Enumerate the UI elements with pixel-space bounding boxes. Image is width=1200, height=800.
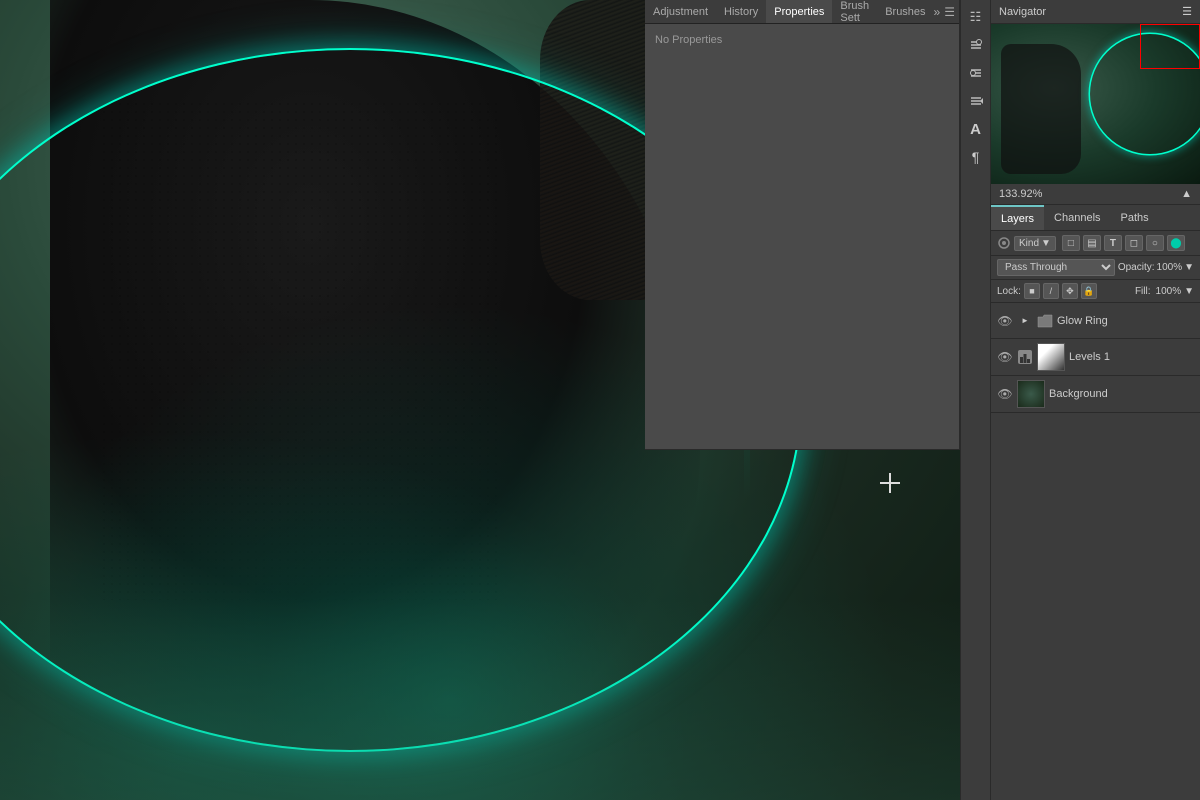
properties-content: No Properties <box>645 24 959 56</box>
fill-arrow[interactable]: ▼ <box>1184 286 1194 297</box>
no-properties-label: No Properties <box>655 34 722 46</box>
layer-thumb-levels <box>1037 343 1065 371</box>
tab-brushes[interactable]: Brushes <box>877 0 933 23</box>
tab-adjustment[interactable]: Adjustment <box>645 0 716 23</box>
lock-icons: ■ / ✥ 🔒 <box>1024 283 1097 299</box>
tab-history[interactable]: History <box>716 0 766 23</box>
opacity-value[interactable]: 100% <box>1157 262 1183 273</box>
nav-viewport-rect[interactable] <box>1140 24 1200 69</box>
lock-pixels-btn[interactable]: ■ <box>1024 283 1040 299</box>
opacity-arrow[interactable]: ▼ <box>1184 262 1194 273</box>
tab-layers[interactable]: Layers <box>991 205 1044 230</box>
layer-item-levels[interactable]: 👁 Levels 1 <box>991 339 1200 376</box>
zoom-level: 133.92% <box>999 188 1042 200</box>
lock-all-btn[interactable]: 🔒 <box>1081 283 1097 299</box>
folder-icon <box>1037 313 1053 329</box>
crosshair-cursor <box>880 473 900 493</box>
tab-menu-icon[interactable]: ☰ <box>944 5 955 19</box>
filter-kind-dropdown[interactable]: Kind ▼ <box>1014 236 1056 251</box>
tab-brush-settings[interactable]: Brush Sett <box>832 0 877 23</box>
blend-mode-dropdown[interactable]: Pass Through Normal Multiply Screen Over… <box>997 259 1115 276</box>
opacity-control: Opacity: 100% ▼ <box>1118 262 1194 273</box>
filter-adjust-btn[interactable]: ▤ <box>1083 235 1101 251</box>
layer-thumb-background <box>1017 380 1045 408</box>
layer-expand-arrow[interactable]: ► <box>1017 313 1033 329</box>
levels-adjust-icon <box>1017 349 1033 365</box>
layer-item-background[interactable]: 👁 Background <box>991 376 1200 413</box>
toolbar-icon-3[interactable] <box>965 62 987 84</box>
toolbar-icon-text[interactable]: A <box>965 118 987 140</box>
navigator-menu-icon[interactable]: ☰ <box>1182 5 1192 18</box>
navigator-title: Navigator <box>999 6 1046 18</box>
layer-visibility-glow-ring[interactable]: 👁 <box>997 313 1013 329</box>
filter-text-btn[interactable]: T <box>1104 235 1122 251</box>
nav-figure-silhouette <box>1001 44 1081 174</box>
layer-name-glow-ring: Glow Ring <box>1057 315 1194 327</box>
right-panel: Navigator ☰ 133.92% ▲ Layers Channels Pa… <box>990 0 1200 800</box>
layer-visibility-background[interactable]: 👁 <box>997 386 1013 402</box>
blend-mode-row: Pass Through Normal Multiply Screen Over… <box>991 256 1200 280</box>
filter-pixel-btn[interactable]: □ <box>1062 235 1080 251</box>
right-toolbar: ☷ A ¶ <box>960 0 990 800</box>
filter-icon-group: □ ▤ T ◻ ○ ⬤ <box>1062 235 1185 251</box>
tab-paths[interactable]: Paths <box>1111 205 1159 230</box>
zoom-bar: 133.92% ▲ <box>991 184 1200 205</box>
properties-tabs: Adjustment History Properties Brush Sett… <box>645 0 959 24</box>
filter-funnel-icon <box>997 236 1011 250</box>
tab-extra-controls: » ☰ <box>934 5 959 19</box>
lock-row: Lock: ■ / ✥ 🔒 Fill: 100% ▼ <box>991 280 1200 303</box>
opacity-label: Opacity: <box>1118 262 1155 273</box>
navigator-preview <box>991 24 1200 184</box>
layer-item-glow-ring[interactable]: 👁 ► Glow Ring <box>991 303 1200 339</box>
main-area: Adjustment History Properties Brush Sett… <box>0 0 1200 800</box>
toolbar-icon-2[interactable] <box>965 34 987 56</box>
layer-name-background: Background <box>1049 388 1194 400</box>
toolbar-icon-1[interactable]: ☷ <box>965 6 987 28</box>
layer-visibility-levels[interactable]: 👁 <box>997 349 1013 365</box>
fill-label: Fill: <box>1135 286 1151 297</box>
layer-name-levels: Levels 1 <box>1069 351 1194 363</box>
tab-more-icon[interactable]: » <box>934 5 941 19</box>
lock-draw-btn[interactable]: / <box>1043 283 1059 299</box>
bottom-gradient <box>0 600 990 800</box>
lock-label: Lock: <box>997 286 1021 297</box>
tab-properties[interactable]: Properties <box>766 0 832 23</box>
lock-position-btn[interactable]: ✥ <box>1062 283 1078 299</box>
nav-preview-image <box>991 24 1200 184</box>
zoom-arrow-up[interactable]: ▲ <box>1181 188 1192 200</box>
layers-list: 👁 ► Glow Ring 👁 <box>991 303 1200 800</box>
layers-filter-row: Kind ▼ □ ▤ T ◻ ○ ⬤ <box>991 231 1200 256</box>
filter-shape-btn[interactable]: ◻ <box>1125 235 1143 251</box>
filter-smart-btn[interactable]: ○ <box>1146 235 1164 251</box>
tab-channels[interactable]: Channels <box>1044 205 1110 230</box>
properties-panel: Adjustment History Properties Brush Sett… <box>645 0 960 450</box>
toolbar-icon-paragraph[interactable]: ¶ <box>965 146 987 168</box>
filter-active-btn[interactable]: ⬤ <box>1167 235 1185 251</box>
layers-tabs: Layers Channels Paths <box>991 205 1200 231</box>
toolbar-icon-4[interactable] <box>965 90 987 112</box>
fill-value[interactable]: 100% <box>1156 286 1182 297</box>
navigator-header: Navigator ☰ <box>991 0 1200 24</box>
